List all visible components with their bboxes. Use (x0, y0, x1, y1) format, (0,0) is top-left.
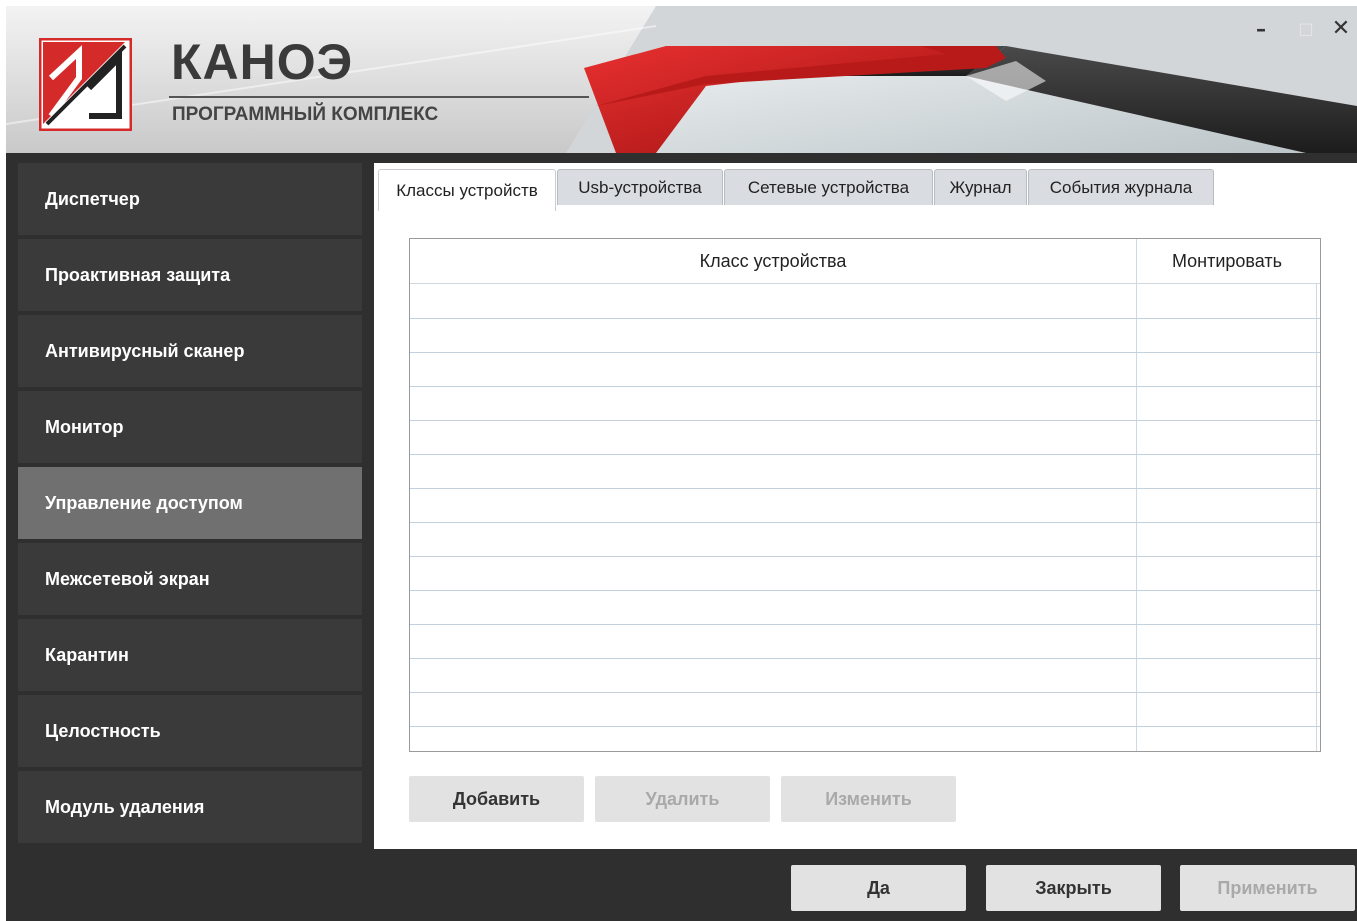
add-button[interactable]: Добавить (409, 776, 584, 822)
sidebar-item-label: Антивирусный сканер (45, 340, 245, 361)
sidebar-item-firewall[interactable]: Межсетевой экран (18, 543, 362, 615)
yes-button[interactable]: Да (791, 865, 966, 911)
brand-divider (169, 96, 589, 98)
sidebar-item-dispatcher[interactable]: Диспетчер (18, 163, 362, 235)
device-class-table[interactable]: Класс устройства Монтировать (409, 238, 1321, 752)
column-header-device-class[interactable]: Класс устройства (410, 239, 1136, 284)
tab-network-devices[interactable]: Сетевые устройства (724, 169, 933, 205)
sidebar-item-antivirus-scanner[interactable]: Антивирусный сканер (18, 315, 362, 387)
close-button[interactable]: Закрыть (986, 865, 1161, 911)
sidebar-item-label: Целостность (45, 720, 161, 741)
table-row (410, 591, 1320, 625)
brand-subtitle: ПРОГРАММНЫЙ КОМПЛЕКС (172, 104, 439, 125)
sidebar-item-monitor[interactable]: Монитор (18, 391, 362, 463)
sidebar-item-label: Модуль удаления (45, 796, 205, 817)
apply-button[interactable]: Применить (1180, 865, 1355, 911)
table-row (410, 353, 1320, 387)
table-row (410, 455, 1320, 489)
column-header-mount[interactable]: Монтировать (1137, 239, 1317, 284)
delete-button[interactable]: Удалить (595, 776, 770, 822)
sidebar-item-label: Межсетевой экран (45, 568, 210, 589)
sidebar-item-label: Карантин (45, 644, 129, 665)
tab-journal[interactable]: Журнал (934, 169, 1027, 205)
maximize-button[interactable]: □ (1296, 16, 1316, 42)
table-row (410, 387, 1320, 421)
table-row (410, 421, 1320, 455)
table-row (410, 557, 1320, 591)
edit-button[interactable]: Изменить (781, 776, 956, 822)
sidebar-item-quarantine[interactable]: Карантин (18, 619, 362, 691)
app-window: КАНОЭ ПРОГРАММНЫЙ КОМПЛЕКС – □ ✕ Диспетч… (6, 6, 1357, 921)
sidebar-item-label: Монитор (45, 416, 124, 437)
content-panel: Классы устройств Usb-устройства Сетевые … (374, 163, 1357, 849)
tab-usb-devices[interactable]: Usb-устройства (557, 169, 723, 205)
sidebar-item-access-control[interactable]: Управление доступом (18, 467, 362, 539)
tab-device-classes[interactable]: Классы устройств (378, 169, 556, 211)
minimize-button[interactable]: – (1248, 16, 1274, 42)
table-header: Класс устройства Монтировать (410, 239, 1320, 284)
table-row (410, 285, 1320, 319)
brand-title: КАНОЭ (171, 34, 354, 90)
table-row (410, 693, 1320, 727)
sidebar-item-label: Диспетчер (45, 188, 140, 209)
kanoe-logo (39, 38, 132, 131)
table-row (410, 523, 1320, 557)
sidebar-item-proactive-protection[interactable]: Проактивная защита (18, 239, 362, 311)
sidebar-item-label: Проактивная защита (45, 264, 231, 285)
close-window-button[interactable]: ✕ (1328, 16, 1354, 42)
header-banner: КАНОЭ ПРОГРАММНЫЙ КОМПЛЕКС – □ ✕ (6, 6, 1357, 153)
table-row (410, 319, 1320, 353)
table-row (410, 625, 1320, 659)
tab-journal-events[interactable]: События журнала (1028, 169, 1214, 205)
sidebar-item-label: Управление доступом (45, 492, 243, 513)
table-row (410, 659, 1320, 693)
sidebar-item-removal-module[interactable]: Модуль удаления (18, 771, 362, 843)
table-row (410, 489, 1320, 523)
sidebar-item-integrity[interactable]: Целостность (18, 695, 362, 767)
